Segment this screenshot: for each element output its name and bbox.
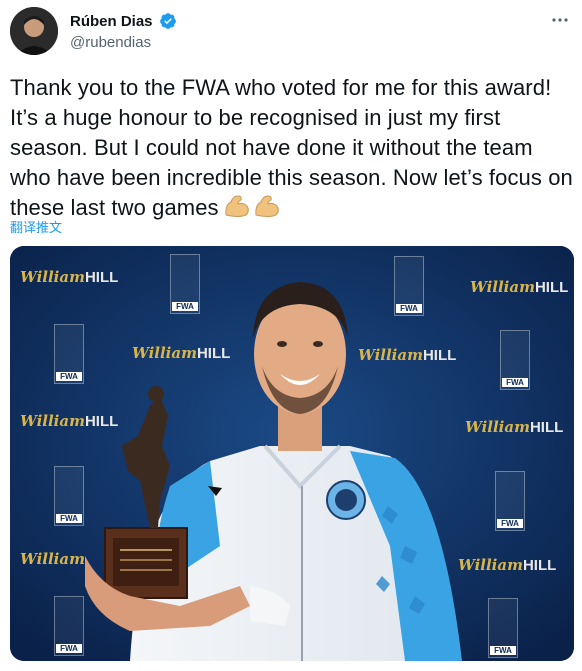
sponsor-logo: William [20, 550, 85, 568]
fwa-badge: FWA [54, 596, 84, 656]
sponsor-logo: WilliamHILL [20, 268, 119, 286]
display-name[interactable]: Rúben Dias [70, 13, 153, 30]
fwa-badge: FWA [394, 256, 424, 316]
translate-tweet-link[interactable]: 翻译推文 [10, 217, 62, 236]
fwa-badge: FWA [54, 324, 84, 384]
verified-badge-icon [159, 12, 177, 30]
sponsor-logo: WilliamHILL [20, 412, 119, 430]
sponsor-logo: WilliamHILL [458, 556, 557, 574]
fwa-badge: FWA [488, 598, 518, 658]
fwa-badge: FWA [170, 254, 200, 314]
fwa-badge: FWA [500, 330, 530, 390]
sponsor-logo: WilliamHILL [470, 278, 569, 296]
fwa-badge: FWA [54, 466, 84, 526]
tweet-card: Rúben Dias @rubendias Thank you to the F… [0, 0, 582, 671]
fwa-badge: FWA [495, 471, 525, 531]
more-options-icon[interactable] [550, 10, 570, 30]
sponsor-logo: WilliamHILL [132, 344, 231, 362]
avatar[interactable] [10, 7, 58, 55]
tweet-photo[interactable]: WilliamHILL WilliamHILL WilliamHILL Will… [10, 246, 574, 661]
tweet-body: Thank you to the FWA who voted for me fo… [10, 75, 573, 220]
flexed-biceps-icon [223, 193, 283, 227]
sponsor-logo: WilliamHILL [358, 346, 457, 364]
sponsor-logo: WilliamHILL [465, 418, 564, 436]
name-row: Rúben Dias [70, 12, 177, 30]
user-handle[interactable]: @rubendias [70, 34, 151, 51]
tweet-text: Thank you to the FWA who voted for me fo… [10, 73, 575, 227]
